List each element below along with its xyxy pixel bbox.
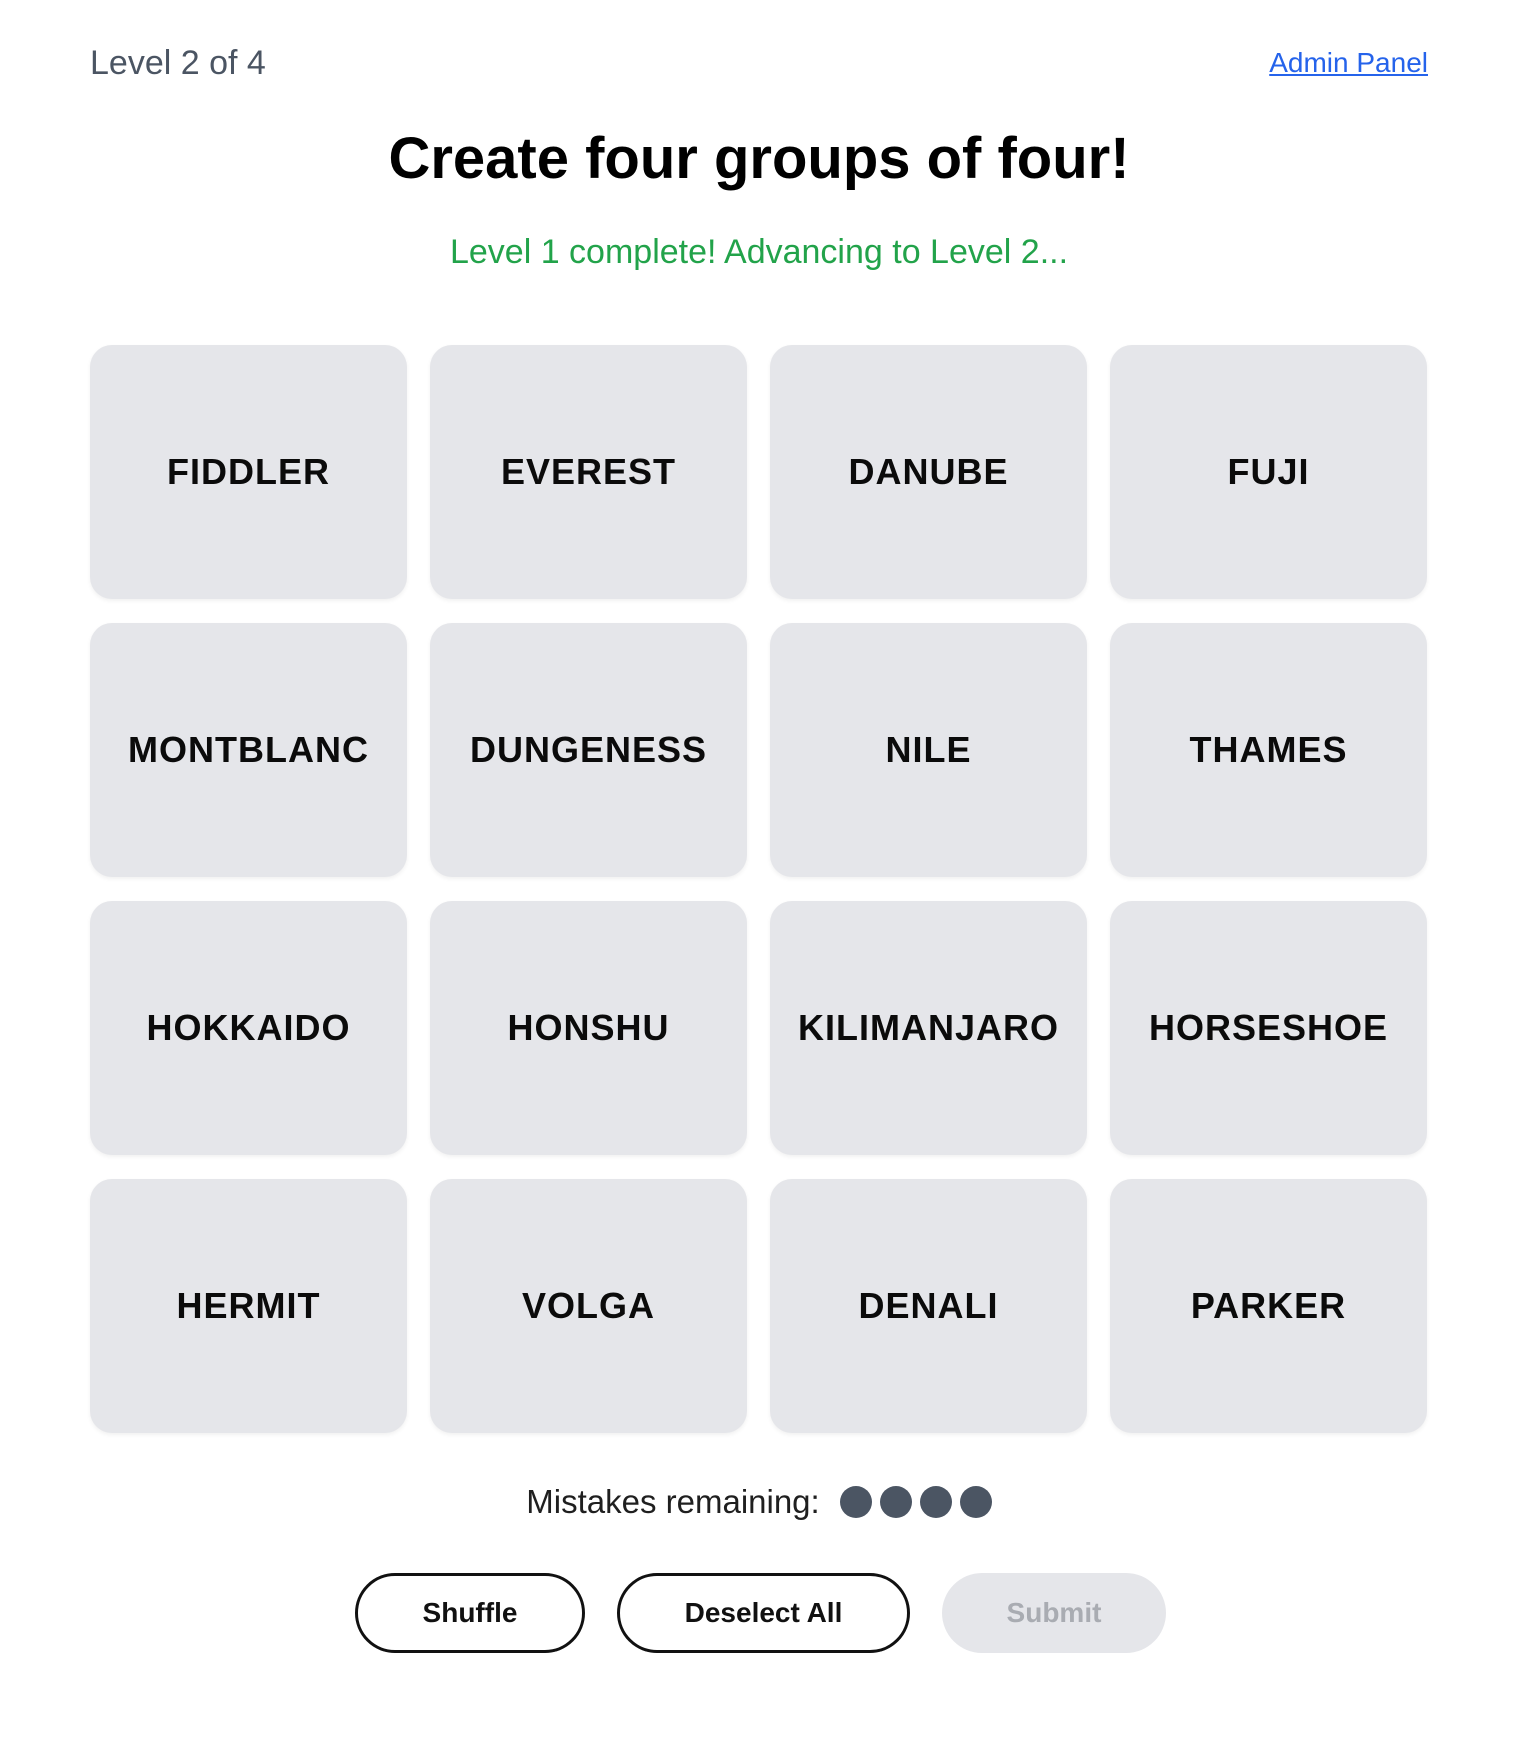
game-page: Level 2 of 4 Admin Panel Create four gro… [90, 0, 1428, 1653]
word-tile[interactable]: PARKER [1110, 1179, 1427, 1433]
word-tile[interactable]: DENALI [770, 1179, 1087, 1433]
word-tile[interactable]: HORSESHOE [1110, 901, 1427, 1155]
admin-panel-link[interactable]: Admin Panel [1269, 46, 1428, 80]
top-bar: Level 2 of 4 Admin Panel [90, 0, 1428, 124]
word-tile[interactable]: EVEREST [430, 345, 747, 599]
mistake-dot [839, 1486, 872, 1518]
deselect-all-button[interactable]: Deselect All [617, 1573, 910, 1653]
word-tile[interactable]: HOKKAIDO [90, 901, 407, 1155]
word-tile[interactable]: HERMIT [90, 1179, 407, 1433]
action-bar: Shuffle Deselect All Submit [90, 1573, 1428, 1653]
word-tile[interactable]: FUJI [1110, 345, 1427, 599]
word-grid: FIDDLER EVEREST DANUBE FUJI MONTBLANC DU… [90, 345, 1428, 1433]
mistake-dot [879, 1486, 912, 1518]
mistake-dot [919, 1486, 952, 1518]
page-title: Create four groups of four! [388, 126, 1130, 191]
word-tile[interactable]: DANUBE [770, 345, 1087, 599]
word-tile[interactable]: MONTBLANC [90, 623, 407, 877]
mistake-dots [839, 1486, 992, 1518]
word-tile[interactable]: KILIMANJARO [770, 901, 1087, 1155]
word-tile[interactable]: NILE [770, 623, 1087, 877]
word-tile[interactable]: THAMES [1110, 623, 1427, 877]
submit-button[interactable]: Submit [942, 1573, 1166, 1653]
status-message: Level 1 complete! Advancing to Level 2..… [449, 233, 1069, 271]
word-tile[interactable]: HONSHU [430, 901, 747, 1155]
mistakes-label: Mistakes remaining: [526, 1483, 820, 1520]
word-tile[interactable]: VOLGA [430, 1179, 747, 1433]
mistake-dot [959, 1486, 992, 1518]
word-tile[interactable]: DUNGENESS [430, 623, 747, 877]
word-tile[interactable]: FIDDLER [90, 345, 407, 599]
level-indicator: Level 2 of 4 [90, 44, 266, 82]
mistakes-remaining: Mistakes remaining: [90, 1478, 1428, 1526]
shuffle-button[interactable]: Shuffle [355, 1573, 585, 1653]
